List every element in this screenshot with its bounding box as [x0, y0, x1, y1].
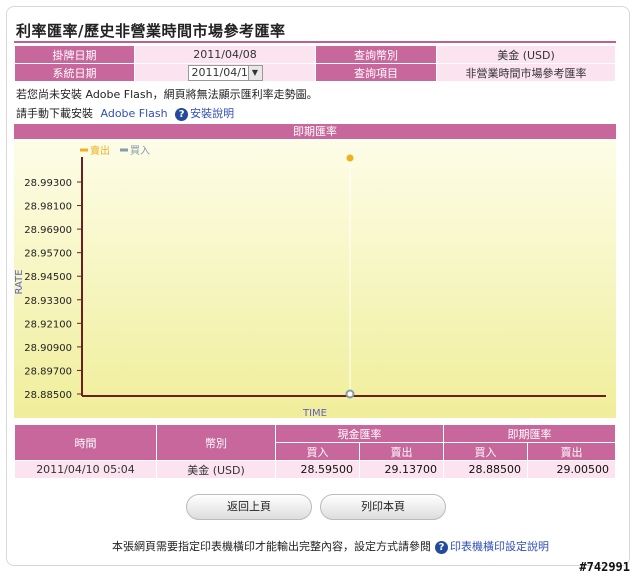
print-button[interactable]: 列印本頁	[320, 494, 446, 520]
listing-date-value: 2011/04/08	[135, 46, 315, 63]
y-axis-label: RATE	[14, 269, 25, 294]
flash-warning-text: 若您尚未安裝 Adobe Flash，網頁將無法顯示匯利率走勢圖。	[16, 88, 318, 101]
info-row: 掛牌日期 2011/04/08 查詢幣別 美金 (USD)	[15, 46, 615, 63]
query-item-value: 非營業時間市場參考匯率	[437, 64, 615, 81]
watermark-id: #742991	[579, 560, 630, 574]
help-icon[interactable]: ?	[175, 107, 189, 121]
rate-chart: 28.99300 28.98100 28.96900 28.95700 28.94500…	[14, 140, 616, 419]
title-divider	[14, 41, 616, 43]
y-tick-label: 28.95700	[24, 249, 72, 260]
cash-sell-header: 賣出	[360, 443, 443, 460]
y-tick-label: 28.98100	[24, 202, 72, 213]
table-row: 2011/04/10 05:04 美金 (USD) 28.59500 29.13…	[15, 461, 615, 478]
download-prefix-text: 請手動下載安裝	[16, 107, 93, 120]
row-time: 2011/04/10 05:04	[15, 461, 156, 478]
adobe-flash-link[interactable]: Adobe Flash	[101, 107, 168, 120]
currency-header: 幣別	[157, 425, 275, 460]
listing-date-label: 掛牌日期	[15, 46, 134, 63]
row-spot-buy: 28.88500	[444, 461, 527, 478]
y-tick-label: 28.99300	[24, 178, 72, 189]
flash-download-line: 請手動下載安裝 Adobe Flash ? 安裝說明	[16, 105, 234, 121]
system-date-label: 系統日期	[15, 64, 134, 81]
footer-note: 本張網頁需要指定印表機橫印才能輸出完整內容，設定方式請參閱? 印表機橫印設定說明	[112, 538, 549, 554]
system-date-value: 2011/04/10	[191, 65, 255, 79]
legend-label: 賣出	[90, 144, 110, 157]
row-cash-sell: 29.13700	[360, 461, 443, 478]
system-date-cell: 2011/04/10 ▼	[135, 64, 315, 81]
page-title: 利率匯率/歷史非營業時間市場參考匯率	[16, 22, 286, 40]
spot-sell-header: 賣出	[528, 443, 615, 460]
info-row: 系統日期 2011/04/10 ▼ 查詢項目 非營業時間市場參考匯率	[15, 64, 615, 81]
x-axis-label: TIME	[302, 408, 327, 418]
rate-chart-svg: 28.99300 28.98100 28.96900 28.95700 28.94500…	[14, 140, 616, 419]
chevron-down-icon[interactable]: ▼	[247, 65, 262, 80]
row-cash-buy: 28.59500	[276, 461, 359, 478]
system-date-select[interactable]: 2011/04/10 ▼	[187, 64, 263, 81]
spot-buy-header: 買入	[444, 443, 527, 460]
help-icon[interactable]: ?	[435, 540, 448, 554]
footer-text: 本張網頁需要指定印表機橫印才能輸出完整內容，設定方式請參閱	[112, 540, 431, 553]
back-button[interactable]: 返回上頁	[186, 494, 312, 520]
query-info-table: 掛牌日期 2011/04/08 查詢幣別 美金 (USD) 系統日期 2011/…	[14, 45, 616, 82]
chart-header: 即期匯率	[14, 124, 616, 139]
time-header: 時間	[15, 425, 156, 460]
chart-background	[14, 140, 616, 418]
rates-header-row: 時間 幣別 現金匯率 即期匯率	[15, 425, 615, 460]
query-item-label: 查詢項目	[316, 64, 436, 81]
buy-data-point	[345, 389, 355, 399]
sell-data-point	[346, 154, 354, 162]
spot-rate-header: 即期匯率	[444, 425, 615, 442]
row-spot-sell: 29.00500	[528, 461, 615, 478]
y-tick-label: 28.89700	[24, 366, 72, 377]
rates-table: 時間 幣別 現金匯率 即期匯率 買入 賣出 買入 賣出 2011/04/10 0…	[14, 424, 616, 479]
row-currency: 美金 (USD)	[157, 461, 275, 478]
query-currency-label: 查詢幣別	[316, 46, 436, 63]
install-guide-link[interactable]: 安裝說明	[190, 107, 234, 120]
cash-buy-header: 買入	[276, 443, 359, 460]
y-tick-label: 28.93300	[24, 296, 72, 307]
print-setup-link[interactable]: 印表機橫印設定說明	[450, 540, 549, 553]
y-tick-label: 28.90900	[24, 343, 72, 354]
y-tick-label: 28.92100	[24, 319, 72, 330]
y-tick-label: 28.96900	[24, 225, 72, 236]
legend-label: 買入	[130, 145, 150, 157]
y-tick-label: 28.94500	[24, 272, 72, 283]
cash-rate-header: 現金匯率	[276, 425, 443, 442]
query-currency-value: 美金 (USD)	[437, 46, 615, 63]
y-tick-label: 28.88500	[24, 390, 72, 401]
